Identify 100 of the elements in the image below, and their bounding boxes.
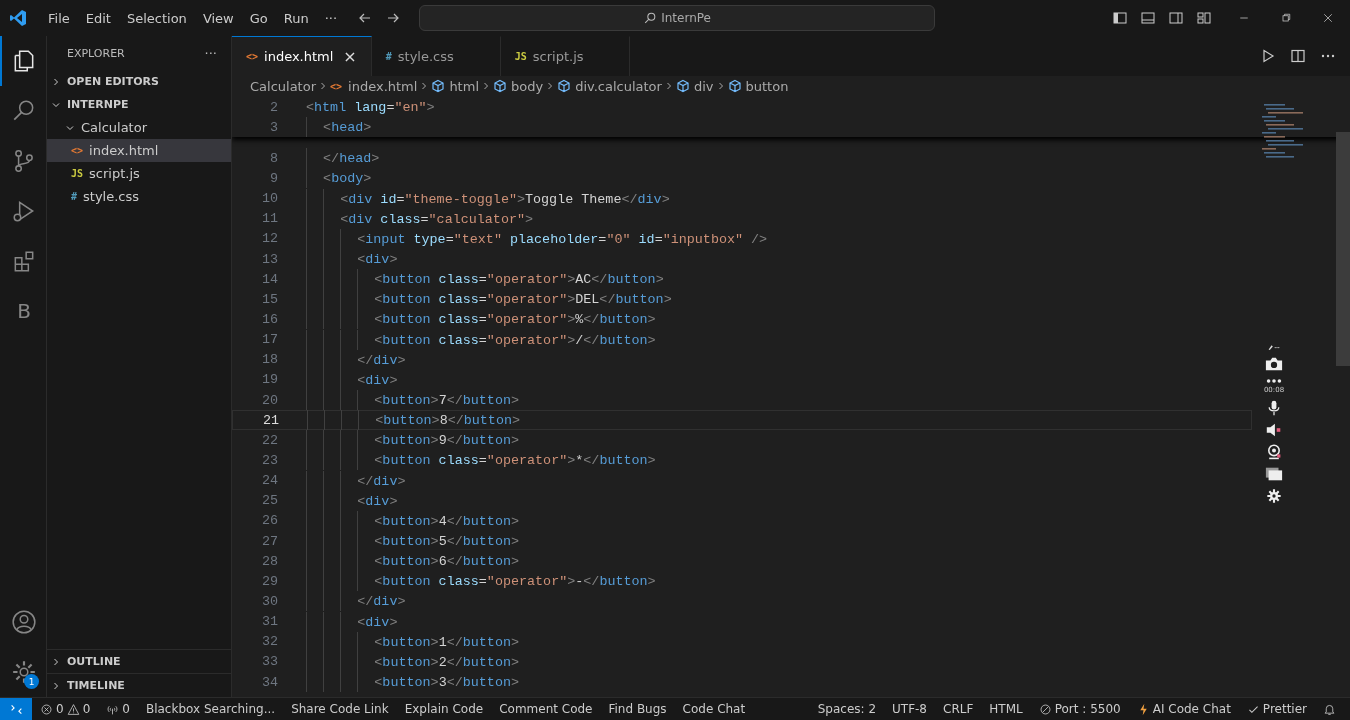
code-line: </div> bbox=[306, 349, 406, 370]
line-number: 27 bbox=[260, 533, 278, 549]
account-icon[interactable] bbox=[11, 609, 37, 635]
editor-tab[interactable]: JS script.js bbox=[500, 36, 630, 76]
code-line: <div class="calculator"> bbox=[306, 208, 534, 229]
code-line: <button class="operator">DEL</button> bbox=[306, 289, 672, 310]
code-line: <button>9</button> bbox=[306, 430, 519, 451]
status-item[interactable]: Spaces: 2 bbox=[809, 702, 884, 716]
chevron-icon bbox=[318, 81, 328, 91]
webcam-icon[interactable] bbox=[1265, 444, 1283, 460]
code-line: <div> bbox=[306, 611, 398, 632]
code-line: <button>3</button> bbox=[306, 672, 519, 692]
cube-icon bbox=[431, 79, 446, 93]
problems-status[interactable]: 0 0 bbox=[32, 702, 99, 716]
breadcrumb-item[interactable]: Calculator bbox=[250, 78, 316, 94]
code-line: <div> bbox=[306, 369, 398, 390]
status-item[interactable]: Prettier bbox=[1238, 702, 1315, 716]
menu-item[interactable]: File bbox=[40, 10, 78, 26]
code-line: <button>1</button> bbox=[306, 631, 519, 652]
status-item[interactable]: Find Bugs bbox=[600, 702, 675, 716]
layout-icon[interactable] bbox=[1196, 10, 1212, 26]
breadcrumb-item[interactable]: body bbox=[493, 78, 544, 94]
chevron-icon bbox=[51, 680, 61, 691]
status-item[interactable]: HTML bbox=[981, 702, 1031, 716]
section-header[interactable]: INTERNPE bbox=[47, 93, 231, 116]
status-item[interactable]: Share Code Link bbox=[283, 702, 397, 716]
panel-toggle-icon[interactable] bbox=[1140, 10, 1156, 26]
code-line: <body> bbox=[306, 168, 372, 189]
code-line: <div> bbox=[306, 490, 398, 511]
line-number: 21 bbox=[261, 412, 279, 428]
menu-item[interactable]: ··· bbox=[316, 10, 346, 26]
section-header[interactable]: OUTLINE bbox=[47, 649, 231, 673]
window-icon[interactable] bbox=[1265, 466, 1283, 482]
status-item[interactable]: AI Code Chat bbox=[1128, 702, 1239, 716]
notification-badge: 1 bbox=[24, 674, 39, 689]
menu-item[interactable]: Selection bbox=[118, 10, 195, 26]
breadcrumb-item[interactable]: div bbox=[675, 78, 714, 94]
speaker-icon[interactable] bbox=[1265, 422, 1283, 438]
status-item[interactable]: Blackbox Searching... bbox=[137, 702, 284, 716]
menu-item[interactable]: Run bbox=[275, 10, 317, 26]
close-icon[interactable] bbox=[1322, 12, 1334, 24]
split-editor-icon[interactable] bbox=[1290, 48, 1306, 64]
status-item[interactable]: CRLF bbox=[935, 702, 982, 716]
breadcrumb-item[interactable]: <> index.html bbox=[330, 78, 418, 94]
run-icon[interactable] bbox=[1260, 48, 1276, 64]
section-header[interactable]: OPEN EDITORS bbox=[47, 70, 231, 93]
scrollbar[interactable] bbox=[1336, 132, 1350, 366]
ports-status[interactable]: 0 bbox=[98, 702, 138, 716]
line-number: 12 bbox=[260, 231, 278, 247]
code-line: <button class="operator">AC</button> bbox=[306, 269, 664, 290]
notifications-icon[interactable] bbox=[1323, 702, 1336, 716]
breadcrumb-item[interactable]: div.calculator bbox=[557, 78, 662, 94]
line-number: 30 bbox=[260, 593, 278, 609]
line-number: 22 bbox=[260, 432, 278, 448]
editor-tab[interactable]: <> index.html × bbox=[232, 36, 372, 76]
code-line: <button class="operator">%</button> bbox=[306, 309, 656, 330]
editor-tab[interactable]: # style.css bbox=[371, 36, 501, 76]
blackbox-letter[interactable]: B bbox=[17, 299, 31, 323]
line-number: 11 bbox=[260, 211, 278, 227]
line-number: 14 bbox=[260, 271, 278, 287]
breadcrumb-item[interactable]: button bbox=[727, 78, 789, 94]
restore-icon[interactable] bbox=[1280, 12, 1292, 24]
code-line: <input type="text" placeholder="0" id="inputbox" /> bbox=[306, 228, 768, 249]
line-number: 20 bbox=[260, 392, 278, 408]
folder-item[interactable]: Calculator bbox=[47, 116, 231, 139]
breadcrumb-item[interactable]: html bbox=[431, 78, 479, 94]
search-field[interactable]: InternPe bbox=[419, 5, 936, 31]
menu-item[interactable]: Go bbox=[241, 10, 276, 26]
vscode-logo-icon bbox=[8, 8, 28, 28]
explorer-title: EXPLORER bbox=[67, 46, 125, 60]
more-icon[interactable] bbox=[1265, 378, 1283, 384]
cube-icon bbox=[727, 79, 742, 93]
status-item[interactable]: Port : 5500 bbox=[1030, 702, 1129, 716]
explorer-tree-entry[interactable]: JS script.js bbox=[47, 162, 231, 185]
status-item[interactable]: UTF-8 bbox=[884, 702, 935, 716]
line-number: 17 bbox=[260, 332, 278, 348]
line-number: 28 bbox=[260, 553, 278, 569]
more-actions-button[interactable]: ··· bbox=[204, 45, 217, 61]
code-line: <button>7</button> bbox=[306, 390, 519, 411]
sidebar-toggle-icon[interactable] bbox=[1112, 10, 1128, 26]
status-item[interactable]: Comment Code bbox=[491, 702, 601, 716]
line-number: 15 bbox=[260, 291, 278, 307]
line-number: 33 bbox=[260, 654, 278, 670]
explorer-tree-entry[interactable]: # style.css bbox=[47, 185, 231, 208]
secondary-sidebar-icon[interactable] bbox=[1168, 10, 1184, 26]
status-item[interactable]: Code Chat bbox=[674, 702, 754, 716]
code-line: <button class="operator">*</button> bbox=[306, 450, 656, 471]
code-line: <button>4</button> bbox=[306, 510, 519, 531]
cube-icon bbox=[493, 79, 507, 93]
chevron-icon bbox=[51, 656, 61, 667]
code-line: <button>2</button> bbox=[306, 651, 519, 672]
menu-item[interactable]: View bbox=[194, 10, 242, 26]
explorer-tree-entry[interactable]: <> index.html bbox=[47, 139, 231, 162]
line-number: 31 bbox=[260, 614, 278, 630]
status-item[interactable]: Explain Code bbox=[396, 702, 492, 716]
menu-item[interactable]: Edit bbox=[77, 10, 119, 26]
warning-icon bbox=[66, 702, 80, 716]
camera-icon[interactable] bbox=[1265, 356, 1283, 372]
line-number: 13 bbox=[260, 251, 278, 267]
line-number: 25 bbox=[260, 493, 278, 509]
